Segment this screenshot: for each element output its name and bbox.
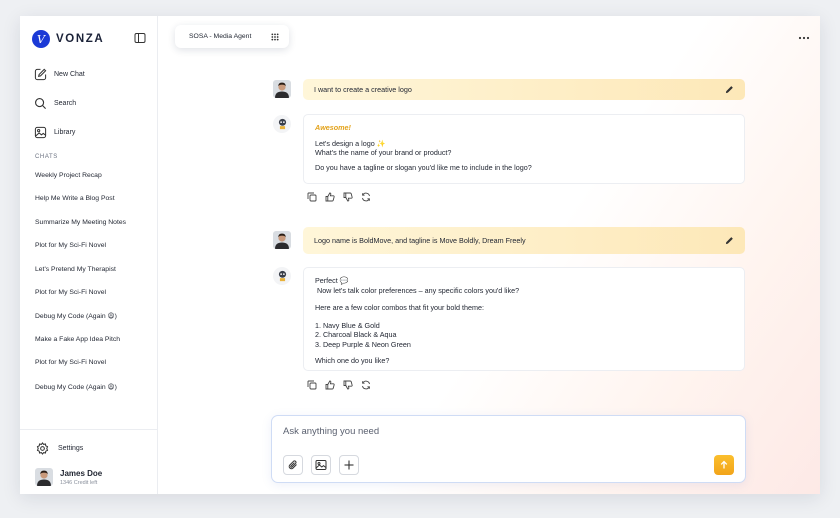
arrow-up-icon [720, 460, 728, 469]
user-message-text: Logo name is BoldMove, and tagline is Mo… [314, 236, 526, 245]
bot-icon [278, 118, 286, 130]
send-button[interactable] [714, 455, 734, 475]
sidebar: V VONZA New Chat Search Library CHATS We… [20, 16, 158, 494]
library-icon [34, 126, 47, 138]
bot-avatar [273, 267, 291, 285]
message-actions [307, 192, 371, 202]
message-composer [271, 415, 746, 483]
user-message-avatar [273, 231, 291, 249]
user-message-avatar [273, 80, 291, 98]
image-icon [315, 460, 327, 470]
user-message: Logo name is BoldMove, and tagline is Mo… [303, 227, 745, 254]
regenerate-icon[interactable] [361, 192, 371, 202]
settings-button[interactable]: Settings [36, 442, 83, 455]
plus-icon [344, 460, 354, 470]
bot-icon [278, 270, 286, 282]
bot-message-heading: Awesome! [315, 123, 351, 132]
attach-button[interactable] [283, 455, 303, 475]
bot-message-line: Let's design a logo ✨ [315, 138, 386, 148]
bot-message-line: Which one do you like? [315, 355, 390, 365]
agent-selector[interactable]: SOSA - Media Agent [175, 25, 289, 48]
chat-list-item[interactable]: Debug My Code (Again 😩) [35, 312, 153, 335]
regenerate-icon[interactable] [361, 380, 371, 390]
chat-main: SOSA - Media Agent I want to create a cr… [158, 16, 820, 494]
copy-icon[interactable] [307, 192, 317, 202]
paperclip-icon [288, 460, 297, 470]
user-message-text: I want to create a creative logo [314, 85, 412, 94]
library-label: Library [54, 128, 76, 136]
new-chat-label: New Chat [54, 70, 85, 78]
new-chat-button[interactable]: New Chat [34, 66, 85, 82]
user-message: I want to create a creative logo [303, 79, 745, 100]
brand-mark: V [32, 30, 50, 48]
agent-label: SOSA - Media Agent [189, 33, 252, 40]
brand-logo[interactable]: V VONZA [32, 30, 104, 48]
sidebar-divider [20, 429, 158, 430]
bot-message-line: Now let's talk color preferences – any s… [315, 285, 520, 295]
new-chat-icon [34, 68, 47, 80]
user-profile[interactable]: James Doe 1346 Credit left [35, 468, 102, 486]
bot-message: Awesome! Let's design a logo ✨ What's th… [303, 114, 745, 184]
bot-message-line: Do you have a tagline or slogan you'd li… [315, 162, 532, 172]
chat-list-item[interactable]: Plot for My Sci-Fi Novel [35, 242, 153, 265]
color-option: 1. Navy Blue & Gold [315, 320, 380, 330]
chat-list-item[interactable]: Help Me Write a Blog Post [35, 195, 153, 218]
thumbs-down-icon[interactable] [343, 380, 353, 390]
user-avatar [35, 468, 53, 486]
thumbs-down-icon[interactable] [343, 192, 353, 202]
search-icon [35, 97, 47, 109]
settings-label: Settings [58, 445, 84, 452]
chat-list-item[interactable]: Plot for My Sci-Fi Novel [35, 359, 153, 382]
app-window: V VONZA New Chat Search Library CHATS We… [20, 16, 820, 494]
chat-list-item[interactable]: Let's Pretend My Therapist [35, 266, 153, 289]
bot-message-line: Perfect 💬 [315, 276, 349, 285]
bot-message: Perfect 💬 Now let's talk color preferenc… [303, 267, 745, 371]
search-button[interactable]: Search [34, 95, 76, 111]
sidebar-toggle-icon[interactable] [134, 32, 146, 44]
add-button[interactable] [339, 455, 359, 475]
copy-icon[interactable] [307, 380, 317, 390]
chat-list-item[interactable]: Make a Fake App Idea Pitch [35, 336, 153, 359]
thumbs-up-icon[interactable] [325, 192, 335, 202]
brand-name: VONZA [56, 33, 105, 45]
user-name: James Doe [60, 468, 103, 478]
color-option: 3. Deep Purple & Neon Green [315, 339, 411, 349]
image-upload-button[interactable] [311, 455, 331, 475]
library-button[interactable]: Library [34, 124, 75, 140]
message-input[interactable] [283, 423, 723, 439]
chats-section-title: CHATS [35, 154, 58, 160]
bot-avatar [273, 115, 291, 133]
bot-message-line: What's the name of your brand or product… [315, 148, 452, 158]
thumbs-up-icon[interactable] [325, 380, 335, 390]
chat-list-item[interactable]: Plot for My Sci-Fi Novel [35, 289, 153, 312]
grid-icon [271, 32, 279, 41]
chat-list: Weekly Project Recap Help Me Write a Blo… [35, 172, 153, 406]
bot-message-line: Here are a few color combos that fit you… [315, 303, 484, 313]
chat-list-item[interactable]: Weekly Project Recap [35, 172, 153, 195]
message-actions [307, 380, 371, 390]
more-options-icon[interactable] [798, 36, 810, 40]
search-label: Search [54, 99, 77, 107]
color-option: 2. Charcoal Black & Aqua [315, 330, 397, 340]
edit-icon[interactable] [725, 236, 734, 245]
user-credits: 1346 Credit left [60, 479, 98, 486]
edit-icon[interactable] [725, 85, 734, 94]
gear-icon [36, 442, 49, 455]
chat-list-item[interactable]: Debug My Code (Again 😩) [35, 383, 153, 406]
chat-list-item[interactable]: Summarize My Meeting Notes [35, 219, 153, 242]
